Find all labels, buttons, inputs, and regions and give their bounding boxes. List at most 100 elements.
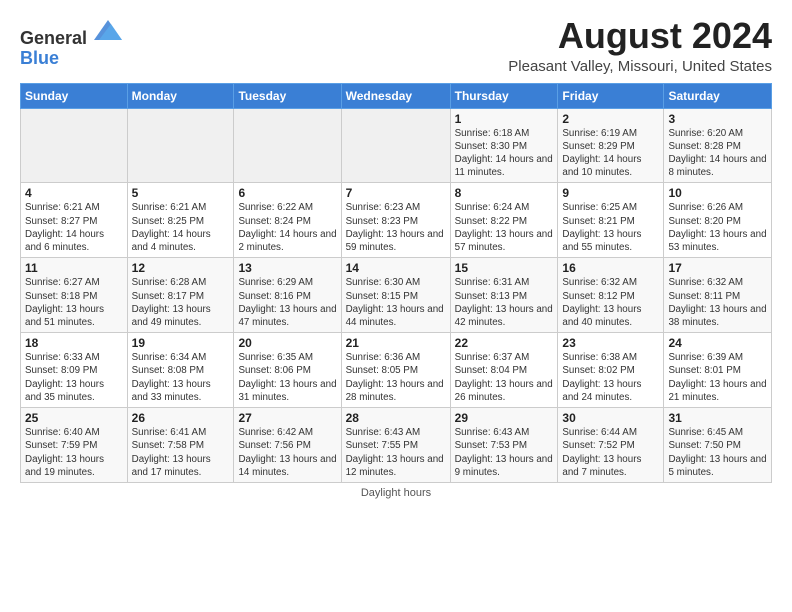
week-row-3: 11Sunrise: 6:27 AM Sunset: 8:18 PM Dayli…: [21, 258, 772, 333]
logo-icon: [94, 16, 122, 44]
day-number: 3: [668, 112, 767, 126]
day-cell: 20Sunrise: 6:35 AM Sunset: 8:06 PM Dayli…: [234, 333, 341, 408]
day-cell: 27Sunrise: 6:42 AM Sunset: 7:56 PM Dayli…: [234, 408, 341, 483]
day-cell: 14Sunrise: 6:30 AM Sunset: 8:15 PM Dayli…: [341, 258, 450, 333]
day-number: 28: [346, 411, 446, 425]
day-info: Sunrise: 6:28 AM Sunset: 8:17 PM Dayligh…: [132, 276, 230, 329]
day-info: Sunrise: 6:37 AM Sunset: 8:04 PM Dayligh…: [455, 351, 554, 404]
day-cell: [341, 108, 450, 183]
day-cell: 17Sunrise: 6:32 AM Sunset: 8:11 PM Dayli…: [664, 258, 772, 333]
day-number: 18: [25, 336, 123, 350]
day-info: Sunrise: 6:33 AM Sunset: 8:09 PM Dayligh…: [25, 351, 123, 404]
day-cell: [234, 108, 341, 183]
day-cell: 23Sunrise: 6:38 AM Sunset: 8:02 PM Dayli…: [558, 333, 664, 408]
day-info: Sunrise: 6:32 AM Sunset: 8:12 PM Dayligh…: [562, 276, 659, 329]
day-info: Sunrise: 6:41 AM Sunset: 7:58 PM Dayligh…: [132, 426, 230, 479]
day-number: 26: [132, 411, 230, 425]
day-cell: 11Sunrise: 6:27 AM Sunset: 8:18 PM Dayli…: [21, 258, 128, 333]
day-cell: 22Sunrise: 6:37 AM Sunset: 8:04 PM Dayli…: [450, 333, 558, 408]
header-row: Sunday Monday Tuesday Wednesday Thursday…: [21, 83, 772, 108]
day-number: 30: [562, 411, 659, 425]
day-number: 8: [455, 186, 554, 200]
day-number: 31: [668, 411, 767, 425]
day-info: Sunrise: 6:45 AM Sunset: 7:50 PM Dayligh…: [668, 426, 767, 479]
day-cell: 9Sunrise: 6:25 AM Sunset: 8:21 PM Daylig…: [558, 183, 664, 258]
calendar-table: Sunday Monday Tuesday Wednesday Thursday…: [20, 83, 772, 483]
col-saturday: Saturday: [664, 83, 772, 108]
day-cell: 31Sunrise: 6:45 AM Sunset: 7:50 PM Dayli…: [664, 408, 772, 483]
day-number: 23: [562, 336, 659, 350]
day-number: 19: [132, 336, 230, 350]
day-cell: 18Sunrise: 6:33 AM Sunset: 8:09 PM Dayli…: [21, 333, 128, 408]
day-number: 4: [25, 186, 123, 200]
day-info: Sunrise: 6:26 AM Sunset: 8:20 PM Dayligh…: [668, 201, 767, 254]
day-info: Sunrise: 6:24 AM Sunset: 8:22 PM Dayligh…: [455, 201, 554, 254]
day-number: 5: [132, 186, 230, 200]
footer-note: Daylight hours: [20, 487, 772, 499]
day-number: 16: [562, 261, 659, 275]
col-friday: Friday: [558, 83, 664, 108]
day-cell: [127, 108, 234, 183]
day-cell: [21, 108, 128, 183]
day-cell: 2Sunrise: 6:19 AM Sunset: 8:29 PM Daylig…: [558, 108, 664, 183]
col-tuesday: Tuesday: [234, 83, 341, 108]
day-cell: 24Sunrise: 6:39 AM Sunset: 8:01 PM Dayli…: [664, 333, 772, 408]
col-sunday: Sunday: [21, 83, 128, 108]
col-thursday: Thursday: [450, 83, 558, 108]
day-info: Sunrise: 6:38 AM Sunset: 8:02 PM Dayligh…: [562, 351, 659, 404]
day-info: Sunrise: 6:23 AM Sunset: 8:23 PM Dayligh…: [346, 201, 446, 254]
day-info: Sunrise: 6:29 AM Sunset: 8:16 PM Dayligh…: [238, 276, 336, 329]
day-cell: 7Sunrise: 6:23 AM Sunset: 8:23 PM Daylig…: [341, 183, 450, 258]
page: General Blue August 2024 Pleasant Valley…: [0, 0, 792, 612]
day-number: 21: [346, 336, 446, 350]
day-info: Sunrise: 6:21 AM Sunset: 8:25 PM Dayligh…: [132, 201, 230, 254]
week-row-1: 1Sunrise: 6:18 AM Sunset: 8:30 PM Daylig…: [21, 108, 772, 183]
logo: General Blue: [20, 16, 122, 69]
day-number: 10: [668, 186, 767, 200]
day-info: Sunrise: 6:21 AM Sunset: 8:27 PM Dayligh…: [25, 201, 123, 254]
calendar-header: Sunday Monday Tuesday Wednesday Thursday…: [21, 83, 772, 108]
day-cell: 13Sunrise: 6:29 AM Sunset: 8:16 PM Dayli…: [234, 258, 341, 333]
day-cell: 3Sunrise: 6:20 AM Sunset: 8:28 PM Daylig…: [664, 108, 772, 183]
logo-blue: Blue: [20, 48, 59, 68]
day-info: Sunrise: 6:20 AM Sunset: 8:28 PM Dayligh…: [668, 127, 767, 180]
day-cell: 4Sunrise: 6:21 AM Sunset: 8:27 PM Daylig…: [21, 183, 128, 258]
day-info: Sunrise: 6:34 AM Sunset: 8:08 PM Dayligh…: [132, 351, 230, 404]
col-monday: Monday: [127, 83, 234, 108]
day-number: 7: [346, 186, 446, 200]
day-info: Sunrise: 6:43 AM Sunset: 7:55 PM Dayligh…: [346, 426, 446, 479]
day-number: 13: [238, 261, 336, 275]
day-number: 22: [455, 336, 554, 350]
day-info: Sunrise: 6:40 AM Sunset: 7:59 PM Dayligh…: [25, 426, 123, 479]
day-cell: 10Sunrise: 6:26 AM Sunset: 8:20 PM Dayli…: [664, 183, 772, 258]
day-info: Sunrise: 6:43 AM Sunset: 7:53 PM Dayligh…: [455, 426, 554, 479]
day-info: Sunrise: 6:35 AM Sunset: 8:06 PM Dayligh…: [238, 351, 336, 404]
week-row-2: 4Sunrise: 6:21 AM Sunset: 8:27 PM Daylig…: [21, 183, 772, 258]
day-cell: 30Sunrise: 6:44 AM Sunset: 7:52 PM Dayli…: [558, 408, 664, 483]
day-number: 24: [668, 336, 767, 350]
day-info: Sunrise: 6:19 AM Sunset: 8:29 PM Dayligh…: [562, 127, 659, 180]
day-info: Sunrise: 6:31 AM Sunset: 8:13 PM Dayligh…: [455, 276, 554, 329]
day-number: 17: [668, 261, 767, 275]
day-cell: 26Sunrise: 6:41 AM Sunset: 7:58 PM Dayli…: [127, 408, 234, 483]
day-number: 12: [132, 261, 230, 275]
day-cell: 5Sunrise: 6:21 AM Sunset: 8:25 PM Daylig…: [127, 183, 234, 258]
day-cell: 1Sunrise: 6:18 AM Sunset: 8:30 PM Daylig…: [450, 108, 558, 183]
day-number: 6: [238, 186, 336, 200]
day-number: 15: [455, 261, 554, 275]
day-number: 9: [562, 186, 659, 200]
day-info: Sunrise: 6:22 AM Sunset: 8:24 PM Dayligh…: [238, 201, 336, 254]
day-number: 11: [25, 261, 123, 275]
day-cell: 8Sunrise: 6:24 AM Sunset: 8:22 PM Daylig…: [450, 183, 558, 258]
logo-container: General Blue: [20, 16, 122, 69]
logo-general: General: [20, 28, 87, 48]
week-row-4: 18Sunrise: 6:33 AM Sunset: 8:09 PM Dayli…: [21, 333, 772, 408]
day-info: Sunrise: 6:39 AM Sunset: 8:01 PM Dayligh…: [668, 351, 767, 404]
day-info: Sunrise: 6:32 AM Sunset: 8:11 PM Dayligh…: [668, 276, 767, 329]
header: General Blue August 2024 Pleasant Valley…: [20, 16, 772, 75]
subtitle: Pleasant Valley, Missouri, United States: [508, 58, 772, 75]
day-info: Sunrise: 6:42 AM Sunset: 7:56 PM Dayligh…: [238, 426, 336, 479]
day-info: Sunrise: 6:18 AM Sunset: 8:30 PM Dayligh…: [455, 127, 554, 180]
day-number: 25: [25, 411, 123, 425]
day-number: 29: [455, 411, 554, 425]
